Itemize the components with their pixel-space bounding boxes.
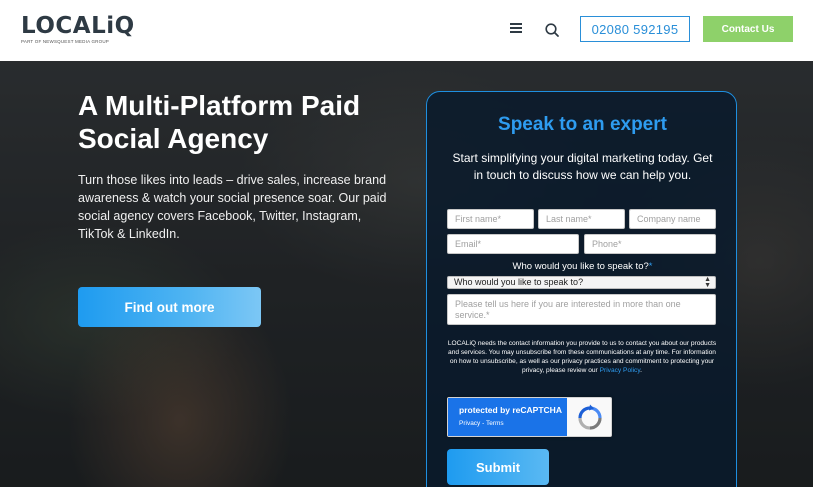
consent-body: LOCALiQ needs the contact information yo… — [447, 340, 717, 374]
recaptcha-badge[interactable]: protected by reCAPTCHA Privacy - Terms — [447, 397, 612, 437]
hamburger-icon[interactable] — [510, 23, 522, 35]
who-to-speak-select[interactable]: Who would you like to speak to? ▲ ▼ — [447, 276, 716, 289]
phone-number-button[interactable]: 02080 592195 — [580, 16, 690, 42]
who-label-text: Who would you like to speak to? — [512, 261, 649, 272]
email-field[interactable]: Email* — [447, 234, 579, 254]
recaptcha-privacy-terms[interactable]: Privacy - Terms — [459, 420, 567, 427]
hero-description: Turn those likes into leads – drive sale… — [78, 173, 387, 241]
privacy-policy-link[interactable]: Privacy Policy — [600, 367, 641, 374]
consent-text: LOCALiQ needs the contact information yo… — [447, 339, 717, 375]
select-arrows-icon: ▲ ▼ — [704, 276, 711, 289]
logo-text: LOCALiQ — [21, 13, 135, 39]
hero-section: A Multi-Platform Paid Social Agency Turn… — [0, 61, 813, 487]
hero-title: A Multi-Platform Paid Social Agency — [78, 90, 361, 154]
form-subtitle: Start simplifying your digital marketing… — [452, 151, 713, 182]
required-marker: * — [648, 261, 653, 272]
contact-us-button[interactable]: Contact Us — [703, 16, 793, 42]
recaptcha-label-area: protected by reCAPTCHA Privacy - Terms — [448, 398, 567, 436]
phone-field[interactable]: Phone* — [584, 234, 716, 254]
select-value: Who would you like to speak to? — [454, 277, 584, 287]
search-icon[interactable] — [544, 22, 560, 38]
submit-button[interactable]: Submit — [447, 449, 549, 485]
last-name-field[interactable]: Last name* — [538, 209, 625, 229]
contact-form-panel: Speak to an expert Start simplifying you… — [426, 91, 737, 487]
find-out-more-button[interactable]: Find out more — [78, 287, 261, 327]
site-header: LOCALiQ PART OF NEWSQUEST MEDIA GROUP 02… — [0, 0, 813, 61]
localiq-logo[interactable]: LOCALiQ PART OF NEWSQUEST MEDIA GROUP — [21, 14, 135, 44]
who-to-speak-label: Who would you like to speak to?* — [427, 261, 738, 272]
form-title: Speak to an expert — [498, 114, 667, 135]
company-name-field[interactable]: Company name — [629, 209, 716, 229]
logo-subtitle: PART OF NEWSQUEST MEDIA GROUP — [21, 39, 109, 44]
first-name-field[interactable]: First name* — [447, 209, 534, 229]
recaptcha-logo-icon — [578, 404, 602, 430]
message-textarea[interactable]: Please tell us here if you are intereste… — [447, 294, 716, 325]
consent-end: . — [640, 367, 642, 374]
recaptcha-protected-text: protected by reCAPTCHA — [459, 405, 562, 415]
